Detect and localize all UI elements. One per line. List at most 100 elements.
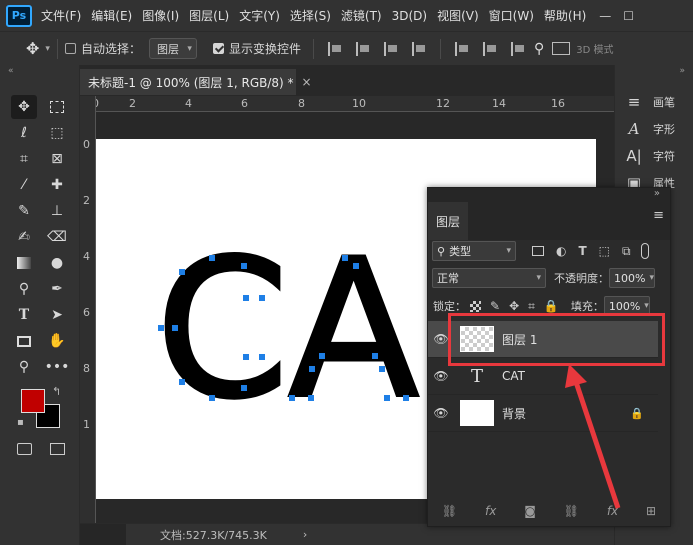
- brush-panel-button[interactable]: ≡ 画笔: [625, 93, 675, 111]
- menu-edit[interactable]: 编辑(E): [86, 7, 137, 24]
- toolbar-collapse-icon[interactable]: «: [8, 66, 14, 76]
- menu-filter[interactable]: 滤镜(T): [336, 7, 387, 24]
- lock-position-icon[interactable]: ✥: [509, 299, 519, 313]
- blend-mode-dropdown[interactable]: 正常 ▾: [432, 268, 546, 288]
- default-colors-icon[interactable]: ▪: [17, 417, 24, 428]
- align-middle-icon[interactable]: [482, 41, 497, 56]
- filter-type-dropdown[interactable]: ⚲ 类型 ▾: [432, 241, 516, 261]
- align-left-icon[interactable]: [327, 41, 342, 56]
- filter-smart-object-icon[interactable]: ⧉: [622, 244, 631, 259]
- chevron-down-icon: ▾: [649, 273, 654, 283]
- swap-colors-icon[interactable]: ↰: [52, 385, 61, 398]
- menu-file[interactable]: 文件(F): [36, 7, 86, 24]
- paintbrush-icon: ≡: [627, 93, 641, 111]
- eyedropper-tool[interactable]: ⁄: [11, 173, 37, 197]
- align-bottom-icon[interactable]: [510, 41, 525, 56]
- layer-name[interactable]: CAT: [502, 369, 525, 383]
- screen-mode-button[interactable]: [44, 437, 70, 461]
- menu-select[interactable]: 选择(S): [285, 7, 336, 24]
- chevron-down-icon: ▾: [187, 43, 192, 54]
- zoom-field[interactable]: [80, 523, 126, 545]
- menu-3d[interactable]: 3D(D): [387, 9, 432, 23]
- crop-tool[interactable]: ⌗: [11, 147, 37, 171]
- lasso-tool[interactable]: ℓ: [11, 121, 37, 145]
- layer-style-icon[interactable]: fx: [485, 504, 496, 518]
- gradient-tool[interactable]: [11, 251, 37, 275]
- more-tools[interactable]: •••: [44, 355, 70, 379]
- panel-collapse-icon[interactable]: »: [654, 188, 660, 199]
- menu-image[interactable]: 图像(I): [137, 7, 184, 24]
- menu-bar: Ps 文件(F) 编辑(E) 图像(I) 图层(L) 文字(Y) 选择(S) 滤…: [0, 0, 693, 31]
- lock-image-icon[interactable]: ✎: [490, 299, 500, 313]
- marquee-tool[interactable]: [44, 95, 70, 119]
- auto-select-label: 自动选择：: [80, 42, 141, 56]
- lock-transparent-icon[interactable]: [470, 300, 481, 312]
- filter-adjustment-icon[interactable]: ◐: [556, 244, 566, 258]
- ruler-tick: 10: [352, 97, 366, 110]
- brush-tool[interactable]: ✎: [11, 199, 37, 223]
- maximize-button[interactable]: ☐: [623, 9, 634, 23]
- opacity-input[interactable]: 100% ▾: [609, 268, 655, 288]
- frame-tool[interactable]: ⊠: [44, 147, 70, 171]
- align-center-icon[interactable]: [355, 41, 370, 56]
- mode-3d-label[interactable]: 3D 模式: [576, 41, 613, 56]
- panel-menu-icon[interactable]: ≡: [653, 208, 664, 223]
- blur-tool[interactable]: ●: [44, 251, 70, 275]
- align-right-icon[interactable]: [383, 41, 398, 56]
- history-brush-tool[interactable]: ✍: [11, 225, 37, 249]
- link-layers-icon[interactable]: ⛓: [442, 504, 457, 518]
- character-panel-button[interactable]: A| 字符: [625, 147, 675, 165]
- menu-help[interactable]: 帮助(H): [539, 7, 591, 24]
- menu-layer[interactable]: 图层(L): [184, 7, 234, 24]
- visibility-eye-icon[interactable]: 👁: [428, 406, 454, 420]
- chevron-down-icon: ▾: [644, 301, 649, 311]
- layers-tab[interactable]: 图层: [428, 202, 468, 240]
- status-menu-arrow[interactable]: ›: [303, 528, 307, 541]
- glyphs-panel-button[interactable]: A 字形: [625, 120, 675, 138]
- stamp-tool[interactable]: ⊥: [44, 199, 70, 223]
- zoom-tool[interactable]: ⚲: [11, 355, 37, 379]
- search-icon[interactable]: ⚲: [534, 41, 544, 57]
- object-selection-tool[interactable]: ⬚: [44, 121, 70, 145]
- dock-collapse-icon[interactable]: »: [679, 66, 685, 76]
- add-mask-icon[interactable]: ◙: [524, 504, 536, 518]
- filter-type-icon[interactable]: T: [578, 244, 586, 258]
- chevron-down-icon: ▾: [536, 273, 541, 283]
- lock-all-icon[interactable]: 🔒: [544, 299, 559, 313]
- minimize-button[interactable]: —: [599, 9, 611, 23]
- foreground-color-swatch[interactable]: [21, 389, 45, 413]
- visibility-eye-icon[interactable]: 👁: [428, 369, 454, 383]
- toolbar: « ✥ ℓ ⬚ ⌗ ⊠ ⁄ ✚ ✎ ⊥ ✍ ⌫ ● ⚲ ✒ T ➤ ✋ ⚲ ••…: [0, 65, 80, 545]
- ruler-tick: 14: [492, 97, 506, 110]
- filter-shape-icon[interactable]: ⬚: [599, 244, 610, 258]
- auto-select-dropdown[interactable]: 图层 ▾: [148, 38, 197, 59]
- filter-pixel-icon[interactable]: [532, 246, 544, 256]
- pen-tool[interactable]: ✒: [44, 277, 70, 301]
- dodge-tool[interactable]: ⚲: [11, 277, 37, 301]
- move-tool[interactable]: ✥: [11, 95, 37, 119]
- filter-toggle-icon[interactable]: [640, 243, 649, 259]
- type-tool[interactable]: T: [11, 303, 37, 327]
- menu-type[interactable]: 文字(Y): [234, 7, 285, 24]
- tool-preset-dropdown-icon[interactable]: ▾: [45, 44, 50, 54]
- eraser-tool[interactable]: ⌫: [44, 225, 70, 249]
- rectangle-tool[interactable]: [11, 329, 37, 353]
- move-tool-icon[interactable]: ✥: [26, 39, 39, 58]
- show-transform-checkbox[interactable]: [212, 43, 224, 54]
- chevron-down-icon: ▾: [506, 246, 511, 256]
- menu-view[interactable]: 视图(V): [432, 7, 484, 24]
- lock-artboard-icon[interactable]: ⌗: [528, 299, 535, 314]
- menu-window[interactable]: 窗口(W): [484, 7, 539, 24]
- path-selection-tool[interactable]: ➤: [44, 303, 70, 327]
- new-layer-icon[interactable]: ⊞: [646, 504, 656, 518]
- distribute-icon[interactable]: [411, 41, 426, 56]
- quick-mask-button[interactable]: [11, 437, 37, 461]
- close-tab-button[interactable]: ×: [302, 75, 312, 89]
- workspace-icon[interactable]: [552, 42, 571, 55]
- align-top-icon[interactable]: [454, 41, 469, 56]
- layer-name[interactable]: 背景: [502, 405, 526, 422]
- document-tab[interactable]: 未标题-1 @ 100% (图层 1, RGB/8) * ×: [80, 69, 312, 95]
- healing-brush-tool[interactable]: ✚: [44, 173, 70, 197]
- hand-tool[interactable]: ✋: [44, 329, 70, 353]
- auto-select-checkbox[interactable]: [64, 43, 76, 54]
